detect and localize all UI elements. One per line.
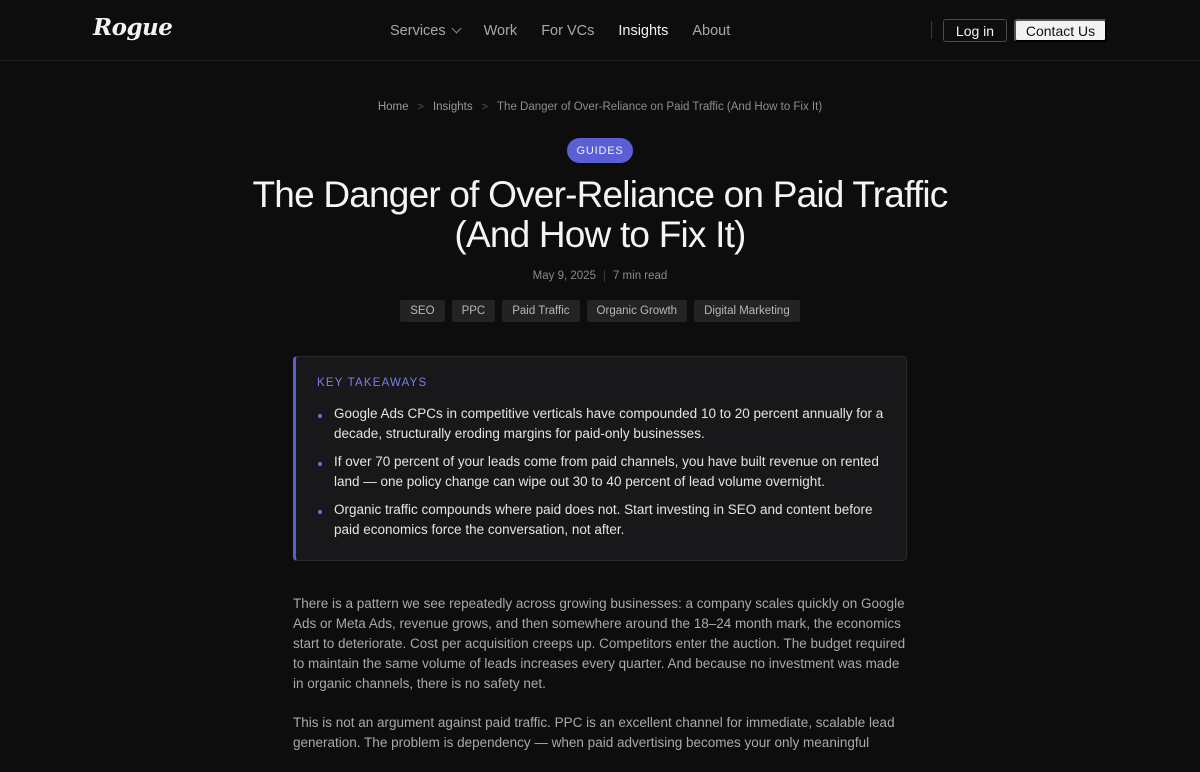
takeaway-text: If over 70 percent of your leads come fr… xyxy=(334,454,879,489)
bullet-icon xyxy=(318,510,322,514)
login-button[interactable]: Log in xyxy=(943,19,1007,42)
nav-work[interactable]: Work xyxy=(484,23,518,39)
key-takeaways-card: KEY TAKEAWAYS Google Ads CPCs in competi… xyxy=(293,356,907,561)
tag-ppc[interactable]: PPC xyxy=(451,300,496,322)
tag-organic-growth[interactable]: Organic Growth xyxy=(586,300,688,322)
header-divider xyxy=(931,21,932,39)
takeaway-text: Google Ads CPCs in competitive verticals… xyxy=(334,406,884,441)
bullet-icon xyxy=(318,462,322,466)
tag-list: SEO PPC Paid Traffic Organic Growth Digi… xyxy=(0,300,1200,322)
breadcrumb-separator: > xyxy=(481,101,489,113)
logo[interactable]: Rogue xyxy=(93,14,173,41)
publish-date: May 9, 2025 xyxy=(532,270,596,282)
nav-services-label: Services xyxy=(390,22,446,39)
breadcrumb: Home > Insights > The Danger of Over-Rel… xyxy=(0,101,1200,113)
breadcrumb-current: The Danger of Over-Reliance on Paid Traf… xyxy=(497,101,823,113)
nav-about[interactable]: About xyxy=(692,23,730,39)
page-title: The Danger of Over-Reliance on Paid Traf… xyxy=(252,174,949,255)
bullet-icon xyxy=(318,414,322,418)
chevron-down-icon xyxy=(451,23,462,34)
category-badge[interactable]: GUIDES xyxy=(567,138,633,163)
main-nav: Services Work For VCs Insights About xyxy=(390,0,754,61)
tag-digital-marketing[interactable]: Digital Marketing xyxy=(694,300,800,322)
takeaway-text: Organic traffic compounds where paid doe… xyxy=(334,502,873,537)
key-takeaways-title: KEY TAKEAWAYS xyxy=(317,377,428,389)
list-item: Google Ads CPCs in competitive verticals… xyxy=(317,404,886,444)
article-body: There is a pattern we see repeatedly acr… xyxy=(293,594,907,772)
breadcrumb-insights[interactable]: Insights xyxy=(433,101,473,113)
takeaway-list: Google Ads CPCs in competitive verticals… xyxy=(317,404,886,540)
site-header: Rogue Services Work For VCs Insights Abo… xyxy=(0,0,1200,61)
body-paragraph: There is a pattern we see repeatedly acr… xyxy=(293,596,906,691)
nav-services[interactable]: Services xyxy=(390,22,462,39)
meta-divider xyxy=(603,270,605,282)
contact-us-button[interactable]: Contact Us xyxy=(1014,19,1107,42)
breadcrumb-home[interactable]: Home xyxy=(378,101,409,113)
tag-seo[interactable]: SEO xyxy=(400,300,445,322)
read-time: 7 min read xyxy=(612,270,668,282)
article-meta: May 9, 2025 7 min read xyxy=(0,270,1200,282)
nav-for-vcs[interactable]: For VCs xyxy=(541,23,594,39)
list-item: Organic traffic compounds where paid doe… xyxy=(317,500,886,540)
breadcrumb-separator: > xyxy=(417,101,424,113)
tag-paid-traffic[interactable]: Paid Traffic xyxy=(502,300,580,322)
body-paragraph: This is not an argument against paid tra… xyxy=(293,715,895,750)
nav-insights[interactable]: Insights xyxy=(618,23,668,39)
list-item: If over 70 percent of your leads come fr… xyxy=(317,452,886,492)
